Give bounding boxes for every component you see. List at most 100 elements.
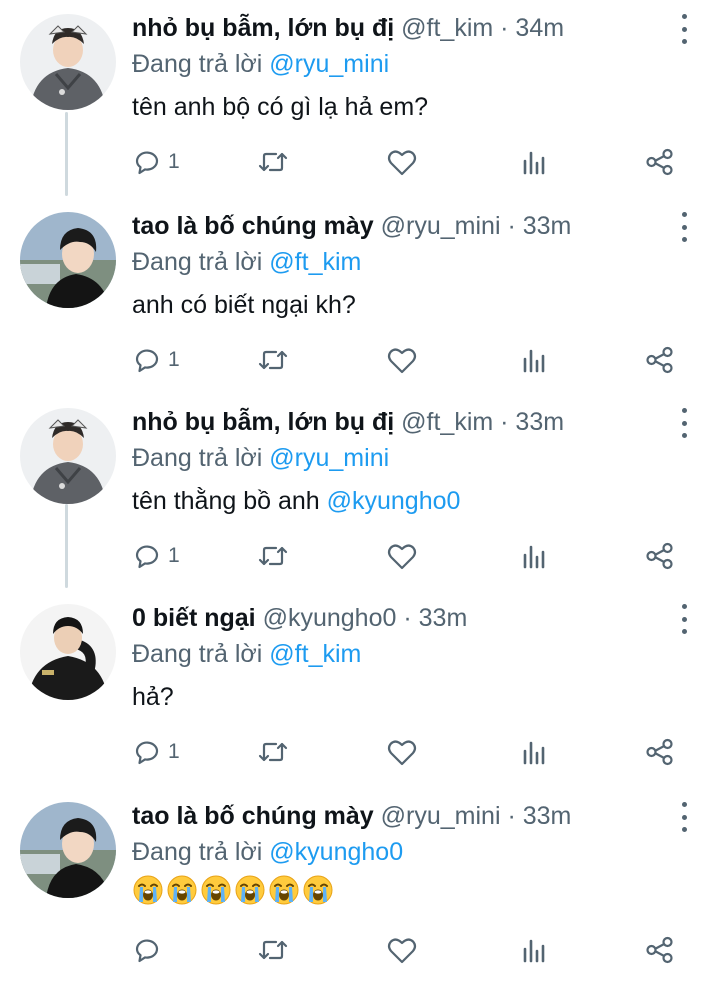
display-name[interactable]: tao là bố chúng mày [132,212,374,240]
display-name[interactable]: nhỏ bụ bẫm, lớn bụ đị [132,14,394,42]
handle[interactable]: @kyungho0 [263,604,397,632]
timestamp[interactable]: · 33m [500,408,564,436]
like-button[interactable] [386,540,418,572]
loudly-crying-face-emoji [201,875,231,905]
reply-count: 1 [168,544,180,567]
handle[interactable]: @ryu_mini [381,802,501,830]
handle[interactable]: @ryu_mini [381,212,501,240]
replying-label: Đang trả lời [132,444,263,472]
tweet-mention[interactable]: @kyungho0 [327,487,461,515]
tweet[interactable]: nhỏ bụ bẫm, lớn bụ đị @ft_kim · 34m Đang… [0,0,720,196]
share-icon [646,936,673,964]
analytics-icon [523,741,545,765]
retweet-button[interactable] [256,146,290,178]
like-button[interactable] [386,736,418,768]
tweet-text: tên thằng bồ anh @kyungho0 [132,484,460,518]
replying-to: Đang trả lời @ryu_mini [132,442,389,474]
retweet-icon [258,940,288,960]
analytics-button[interactable] [518,344,548,376]
timestamp[interactable]: · 33m [507,802,571,830]
display-name[interactable]: tao là bố chúng mày [132,802,374,830]
timestamp[interactable]: · 33m [403,604,467,632]
more-icon[interactable] [674,408,694,438]
action-bar: 1 [132,344,692,376]
reply-icon [135,939,159,963]
replying-mention[interactable]: @ryu_mini [269,50,389,78]
like-button[interactable] [386,934,418,966]
like-button[interactable] [386,146,418,178]
reply-button[interactable]: 1 [132,540,180,572]
retweet-button[interactable] [256,540,290,572]
more-icon[interactable] [674,604,694,634]
avatar[interactable] [20,604,116,700]
replying-label: Đang trả lời [132,50,263,78]
reply-button[interactable]: 1 [132,146,180,178]
replying-to: Đang trả lời @ryu_mini [132,48,389,80]
loudly-crying-face-emoji [303,875,333,905]
handle[interactable]: @ft_kim [401,14,493,42]
more-icon[interactable] [674,212,694,242]
display-name[interactable]: nhỏ bụ bẫm, lớn bụ đị [132,408,394,436]
tweet[interactable]: 0 biết ngại @kyungho0 · 33m Đang trả lời… [0,590,720,786]
tweet[interactable]: tao là bố chúng mày @ryu_mini · 33m Đang… [0,198,720,394]
reply-count: 1 [168,150,180,173]
share-button[interactable] [644,736,676,768]
analytics-button[interactable] [518,146,548,178]
avatar[interactable] [20,212,116,308]
tweet-text-prefix: tên thằng bồ anh [132,487,320,515]
display-name[interactable]: 0 biết ngại [132,604,256,632]
analytics-button[interactable] [518,934,548,966]
replying-mention[interactable]: @ft_kim [269,248,361,276]
tweet-text: anh có biết ngại kh? [132,291,356,319]
replying-to: Đang trả lời @kyungho0 [132,836,403,868]
avatar[interactable] [20,14,116,110]
avatar[interactable] [20,802,116,898]
loudly-crying-face-emoji [167,875,197,905]
reply-count: 1 [168,348,180,371]
timestamp[interactable]: · 34m [500,14,564,42]
tweet[interactable]: tao là bố chúng mày @ryu_mini · 33m Đang… [0,788,720,984]
replying-label: Đang trả lời [132,838,263,866]
analytics-button[interactable] [518,540,548,572]
retweet-icon [258,152,288,172]
more-icon[interactable] [674,802,694,832]
retweet-button[interactable] [256,344,290,376]
share-icon [646,738,673,766]
tweet-text: tên anh bộ có gì lạ hả em? [132,93,429,121]
like-icon [387,348,417,374]
share-icon [646,148,673,176]
share-button[interactable] [644,344,676,376]
like-button[interactable] [386,344,418,376]
share-button[interactable] [644,146,676,178]
share-button[interactable] [644,540,676,572]
retweet-icon [258,546,288,566]
tweet-text: hả? [132,683,174,711]
replying-mention[interactable]: @ft_kim [269,640,361,668]
share-icon [646,346,673,374]
analytics-icon [523,939,545,963]
reply-button[interactable] [132,934,168,966]
timestamp[interactable]: · 33m [507,212,571,240]
replying-mention[interactable]: @ryu_mini [269,444,389,472]
loudly-crying-face-emoji [235,875,265,905]
replying-to: Đang trả lời @ft_kim [132,638,361,670]
handle[interactable]: @ft_kim [401,408,493,436]
more-icon[interactable] [674,14,694,44]
loudly-crying-face-emoji [133,875,163,905]
reply-button[interactable]: 1 [132,344,180,376]
retweet-button[interactable] [256,934,290,966]
tweet[interactable]: nhỏ bụ bẫm, lớn bụ đị @ft_kim · 33m Đang… [0,394,720,590]
analytics-icon [523,151,545,175]
share-icon [646,542,673,570]
reply-button[interactable]: 1 [132,736,180,768]
avatar[interactable] [20,408,116,504]
retweet-button[interactable] [256,736,290,768]
replying-mention[interactable]: @kyungho0 [269,838,403,866]
like-icon [387,544,417,570]
analytics-button[interactable] [518,736,548,768]
replying-label: Đang trả lời [132,640,263,668]
reply-icon [135,741,159,765]
share-button[interactable] [644,934,676,966]
retweet-icon [258,350,288,370]
action-bar: 1 [132,146,692,178]
